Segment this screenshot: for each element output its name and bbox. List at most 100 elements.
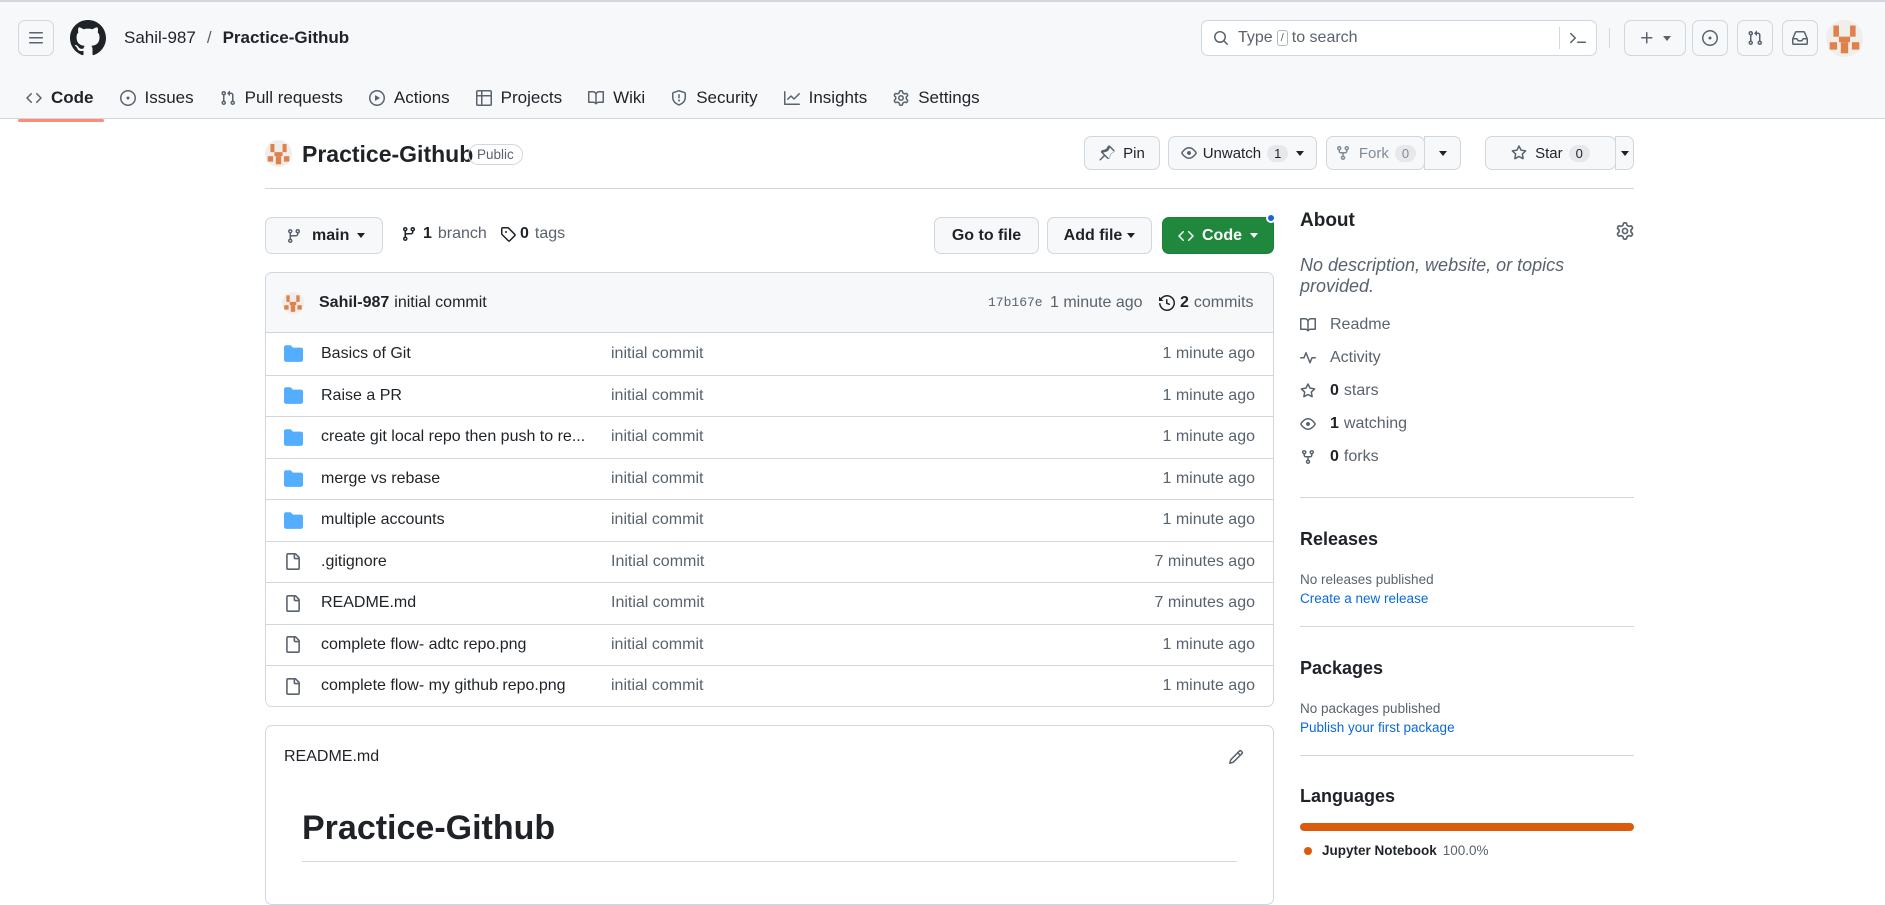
tab-actions-label: Actions xyxy=(393,87,450,107)
packages-title[interactable]: Packages xyxy=(1300,658,1634,679)
file-row[interactable]: complete flow- my github repo.png initial… xyxy=(266,665,1273,706)
github-logo-icon[interactable] xyxy=(70,20,106,56)
commit-author[interactable]: Sahil-987 xyxy=(319,294,389,312)
file-name[interactable]: Basics of Git xyxy=(321,345,411,363)
file-name[interactable]: merge vs rebase xyxy=(321,470,440,488)
star-icon xyxy=(1511,145,1527,160)
language-color-dot xyxy=(1304,846,1312,855)
commit-word: commits xyxy=(1193,293,1254,311)
file-name[interactable]: multiple accounts xyxy=(321,511,445,529)
repo-link[interactable]: Practice-Github xyxy=(223,28,350,48)
activity-link[interactable]: Activity xyxy=(1300,341,1634,374)
commit-author-avatar[interactable] xyxy=(282,291,304,314)
star-dropdown-button[interactable] xyxy=(1615,136,1634,170)
book-icon xyxy=(1300,317,1316,331)
fork-count: 0 xyxy=(1394,144,1417,162)
code-button[interactable]: Code xyxy=(1162,217,1274,254)
file-row[interactable]: merge vs rebase initial commit 1 minute ag… xyxy=(266,457,1273,500)
branch-selector[interactable]: main xyxy=(265,217,383,254)
commit-hash[interactable]: 17b167e xyxy=(988,295,1043,310)
go-to-file-button[interactable]: Go to file xyxy=(934,217,1039,254)
unwatch-button[interactable]: Unwatch 1 xyxy=(1168,136,1317,170)
tab-actions[interactable]: Actions xyxy=(359,74,460,121)
file-row[interactable]: multiple accounts initial commit 1 minute … xyxy=(266,499,1273,541)
file-commit-time: 1 minute ago xyxy=(1162,635,1255,653)
fork-button[interactable]: Fork 0 xyxy=(1326,136,1425,170)
file-row[interactable]: complete flow- adtc repo.png initial comm… xyxy=(266,623,1273,666)
file-commit-message[interactable]: initial commit xyxy=(611,677,703,695)
tab-insights[interactable]: Insights xyxy=(774,74,878,121)
file-commit-message[interactable]: Initial commit xyxy=(611,594,704,612)
file-commit-message[interactable]: initial commit xyxy=(611,470,703,488)
file-commit-message[interactable]: initial commit xyxy=(611,345,703,363)
pencil-icon[interactable] xyxy=(1228,749,1244,765)
file-commit-message[interactable]: initial commit xyxy=(611,636,703,654)
file-commit-message[interactable]: initial commit xyxy=(611,511,703,529)
file-commit-time: 1 minute ago xyxy=(1162,677,1255,695)
create-release-link[interactable]: Create a new release xyxy=(1300,591,1634,606)
tab-pull-requests[interactable]: Pull requests xyxy=(210,74,353,121)
file-commit-message[interactable]: Initial commit xyxy=(611,553,704,571)
branches-link[interactable]: 1 branch xyxy=(401,225,487,243)
tab-projects[interactable]: Projects xyxy=(466,74,572,121)
publish-package-link[interactable]: Publish your first package xyxy=(1300,720,1634,735)
repo-avatar xyxy=(265,140,292,167)
tags-link[interactable]: 0 tags xyxy=(500,225,565,243)
file-name[interactable]: .gitignore xyxy=(321,553,387,571)
issues-button[interactable] xyxy=(1692,20,1728,56)
file-commit-time: 7 minutes ago xyxy=(1154,594,1255,612)
folder-icon xyxy=(284,428,303,447)
tab-settings[interactable]: Settings xyxy=(883,74,989,121)
pin-label: Pin xyxy=(1123,144,1145,162)
code-icon xyxy=(1178,230,1194,241)
tab-settings-label: Settings xyxy=(918,87,980,107)
file-name[interactable]: create git local repo then push to re... xyxy=(321,428,585,446)
code-button-label: Code xyxy=(1202,226,1242,244)
readme-link[interactable]: Readme xyxy=(1300,308,1634,341)
file-name[interactable]: complete flow- adtc repo.png xyxy=(321,636,526,654)
watching-word: watching xyxy=(1343,414,1408,432)
gear-icon[interactable] xyxy=(1616,222,1634,240)
fork-dropdown-button[interactable] xyxy=(1424,136,1461,170)
repo-title[interactable]: Practice-Github xyxy=(302,141,473,168)
tab-insights-label: Insights xyxy=(808,87,868,107)
tab-wiki[interactable]: Wiki xyxy=(578,74,655,121)
file-icon xyxy=(284,636,301,654)
file-name[interactable]: Raise a PR xyxy=(321,387,402,405)
commits-history-link[interactable]: 2 commits xyxy=(1159,294,1253,312)
search-input[interactable]: Type / to search xyxy=(1201,20,1597,56)
file-row[interactable]: create git local repo then push to re...… xyxy=(266,416,1273,458)
releases-title[interactable]: Releases xyxy=(1300,529,1634,550)
watching-link[interactable]: 1 watching xyxy=(1300,407,1634,440)
owner-link[interactable]: Sahil-987 xyxy=(124,28,196,48)
language-item[interactable]: Jupyter Notebook 100.0% xyxy=(1300,843,1634,858)
file-row[interactable]: Raise a PR initial commit 1 minute ago xyxy=(266,374,1273,417)
commit-message[interactable]: initial commit xyxy=(394,294,486,312)
file-commit-message[interactable]: initial commit xyxy=(611,428,703,446)
notification-dot xyxy=(1266,213,1276,223)
file-row[interactable]: Basics of Git initial commit 1 minute ago xyxy=(266,333,1273,375)
command-palette-icon[interactable] xyxy=(1570,30,1586,46)
tab-code[interactable]: Code xyxy=(16,74,104,122)
code-icon xyxy=(26,92,42,103)
star-button[interactable]: Star 0 xyxy=(1485,136,1616,170)
sidebar-divider xyxy=(1300,755,1634,756)
hamburger-menu-button[interactable] xyxy=(18,20,54,56)
inbox-button[interactable] xyxy=(1782,20,1818,56)
pin-button[interactable]: Pin xyxy=(1084,136,1160,170)
readme-filename[interactable]: README.md xyxy=(284,748,379,766)
tab-security[interactable]: Security xyxy=(661,74,767,121)
file-row[interactable]: .gitignore Initial commit 7 minutes ago xyxy=(266,540,1273,583)
user-avatar[interactable] xyxy=(1826,20,1863,57)
tab-issues[interactable]: Issues xyxy=(110,74,204,121)
file-row[interactable]: README.md Initial commit 7 minutes ago xyxy=(266,582,1273,624)
pull-requests-button[interactable] xyxy=(1737,20,1773,56)
stars-link[interactable]: 0 stars xyxy=(1300,374,1634,407)
chevron-down-icon xyxy=(1620,150,1629,156)
forks-link[interactable]: 0 forks xyxy=(1300,440,1634,473)
file-commit-message[interactable]: initial commit xyxy=(611,387,703,405)
add-file-button[interactable]: Add file xyxy=(1047,217,1152,254)
file-name[interactable]: complete flow- my github repo.png xyxy=(321,677,566,695)
file-name[interactable]: README.md xyxy=(321,594,416,612)
create-new-button[interactable] xyxy=(1624,20,1686,56)
